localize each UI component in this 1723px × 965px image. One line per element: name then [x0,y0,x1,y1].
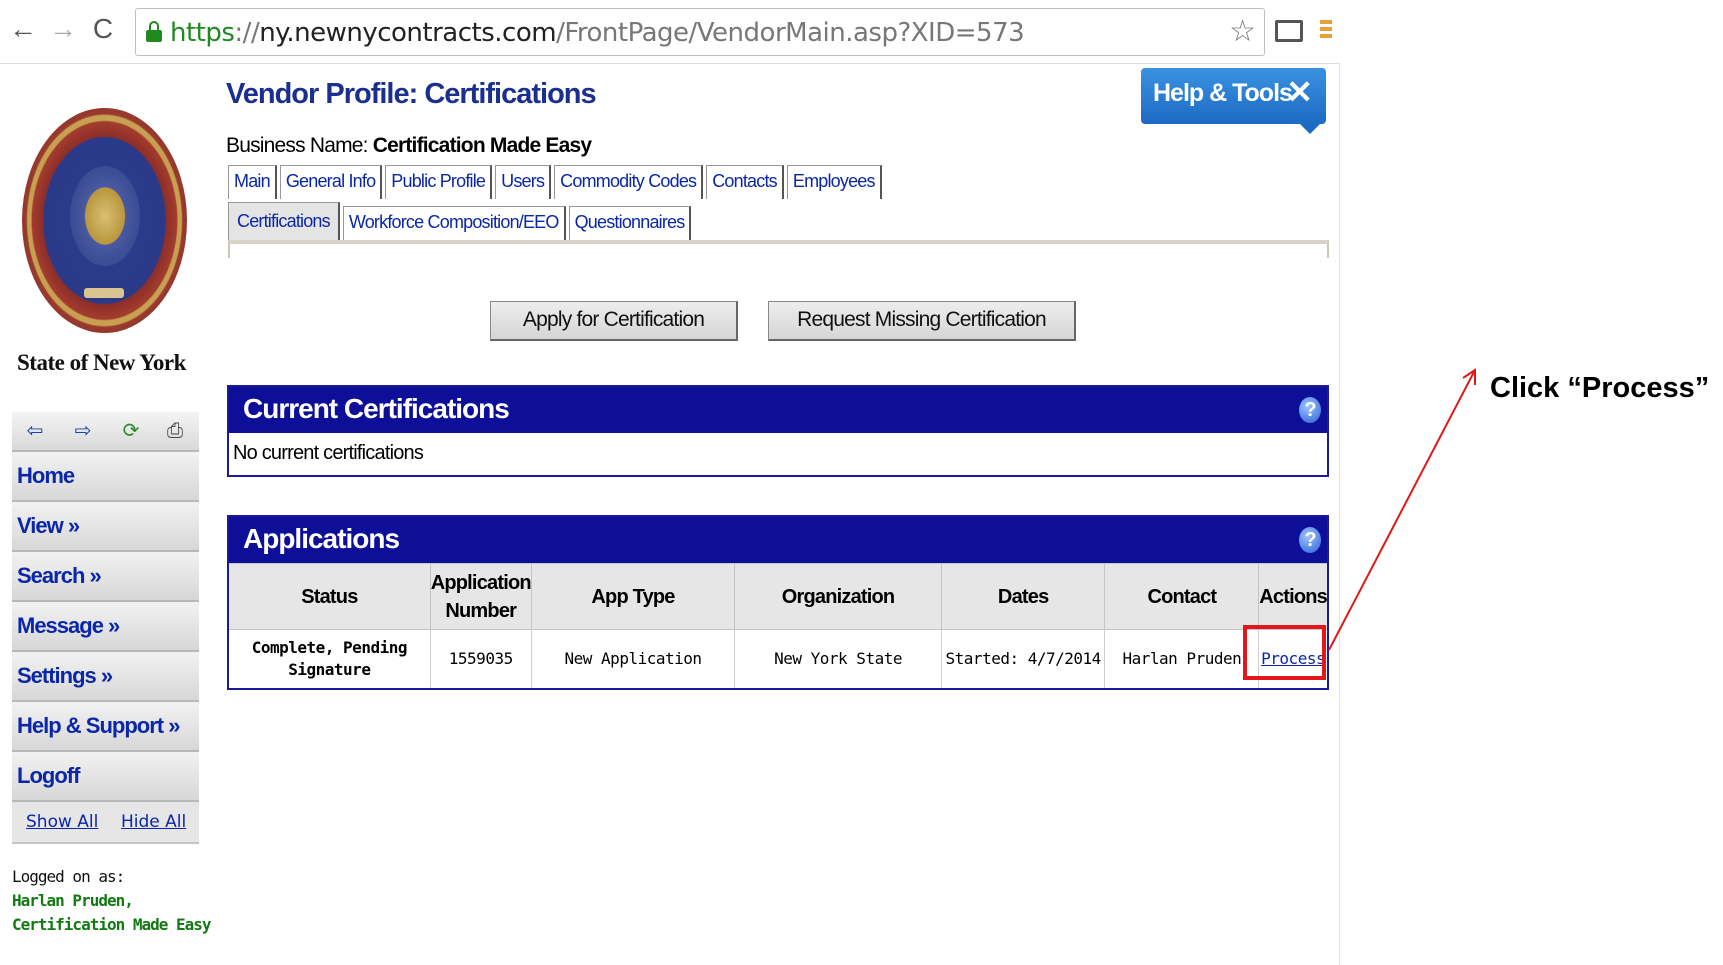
cast-icon[interactable] [1275,20,1303,42]
tab-public-profile[interactable]: Public Profile [385,165,493,199]
tab-workforce-composition[interactable]: Workforce Composition/EEO [342,206,566,240]
column-status: Status [229,563,431,630]
column-app-type: App Type [531,563,736,630]
bookmark-star-icon[interactable]: ☆ [1229,17,1256,47]
cell-contact: Harlan Pruden [1104,629,1260,688]
current-certifications-empty: No current certifications [229,433,1327,475]
state-seal-logo [22,108,187,333]
sidebar-item-settings[interactable]: Settings » [12,652,199,702]
cell-status: Complete, Pending Signature [229,629,431,688]
sidebar-item-logoff[interactable]: Logoff [12,752,199,802]
print-icon[interactable]: ⎙ [162,420,188,442]
table-row: Complete, Pending Signature 1559035 New … [229,629,1327,688]
tab-employees[interactable]: Employees [786,165,882,199]
sidebar: ⇦ ⇨ ⟳ ⎙ Home View » Search » Message » S… [12,412,199,844]
applications-header: Applications ? [229,517,1327,563]
applications-table: Status Application Number App Type Organ… [229,563,1328,688]
business-name: Business Name: Certification Made Easy [226,134,592,158]
logged-on-label: Logged on as: [12,867,125,886]
tab-questionnaires[interactable]: Questionnaires [568,206,692,240]
browser-toolbar: ← → C https://ny.newnycontracts.com/Fron… [0,0,1340,64]
sidebar-toolbar: ⇦ ⇨ ⟳ ⎙ [12,412,199,452]
column-actions: Actions [1258,563,1328,630]
tab-certifications[interactable]: Certifications [228,202,340,240]
help-tools-button[interactable]: Help & Tools ✕ [1141,68,1326,134]
help-question-icon[interactable]: ? [1299,527,1321,553]
tab-main[interactable]: Main [228,165,277,199]
process-highlight-box [1243,625,1326,680]
business-name-value: Certification Made Easy [372,134,592,157]
request-missing-certification-button[interactable]: Request Missing Certification [768,301,1076,341]
annotation-label: Click “Process” [1490,372,1710,404]
forward-arrow-icon[interactable]: ⇨ [70,420,96,442]
current-certifications-header: Current Certifications ? [229,387,1327,433]
state-label: State of New York [17,350,186,375]
refresh-icon[interactable]: ⟳ [118,420,144,442]
tab-users[interactable]: Users [495,165,552,199]
address-bar[interactable]: https://ny.newnycontracts.com/FrontPage/… [135,8,1265,56]
applications-title: Applications [243,523,400,554]
cell-application-number: 1559035 [430,629,532,688]
sidebar-item-search[interactable]: Search » [12,552,199,602]
back-icon[interactable]: ← [8,12,38,46]
page-title: Vendor Profile: Certifications [226,78,597,110]
column-application-number: Application Number [430,563,532,630]
help-question-icon[interactable]: ? [1299,397,1321,423]
browser-menu-icon[interactable] [1320,20,1332,42]
column-organization: Organization [734,563,942,630]
forward-icon[interactable]: → [48,12,78,46]
show-all-link[interactable]: Show All [26,812,98,832]
applications-panel: Applications ? Status Application Number… [227,515,1329,690]
tab-row-1: Main General Info Public Profile Users C… [228,165,885,199]
tab-commodity-codes[interactable]: Commodity Codes [554,165,704,199]
current-certifications-title: Current Certifications [243,393,510,424]
cell-organization: New York State [734,629,942,688]
column-dates: Dates [941,563,1106,630]
back-arrow-icon[interactable]: ⇦ [22,420,48,442]
sidebar-item-view[interactable]: View » [12,502,199,552]
business-name-label: Business Name: [226,134,373,157]
tab-row-2: Certifications Workforce Composition/EEO… [228,202,694,240]
sidebar-item-message[interactable]: Message » [12,602,199,652]
url-text[interactable]: https://ny.newnycontracts.com/FrontPage/… [170,19,1025,47]
show-hide-row: Show All Hide All [12,802,199,844]
page-divider [1339,64,1340,965]
cell-app-type: New Application [531,629,736,688]
sidebar-item-home[interactable]: Home [12,452,199,502]
column-contact: Contact [1104,563,1260,630]
reload-icon[interactable]: C [88,12,118,46]
tab-general-info[interactable]: General Info [279,165,383,199]
tab-contacts[interactable]: Contacts [706,165,784,199]
current-certifications-panel: Current Certifications ? No current cert… [227,385,1329,477]
tab-panel [228,240,1329,258]
sidebar-item-help-support[interactable]: Help & Support » [12,702,199,752]
apply-certification-button[interactable]: Apply for Certification [490,301,738,341]
tools-icon: ✕ [1286,74,1313,110]
cell-dates: Started: 4/7/2014 [941,629,1106,688]
logged-user-name: Harlan Pruden, [12,891,134,910]
lock-icon [146,21,162,43]
help-tools-label: Help & Tools [1153,79,1293,107]
hide-all-link[interactable]: Hide All [121,812,186,832]
logged-user-org: Certification Made Easy [12,915,212,934]
logged-on-info: Logged on as: Harlan Pruden, Certificati… [12,865,212,937]
